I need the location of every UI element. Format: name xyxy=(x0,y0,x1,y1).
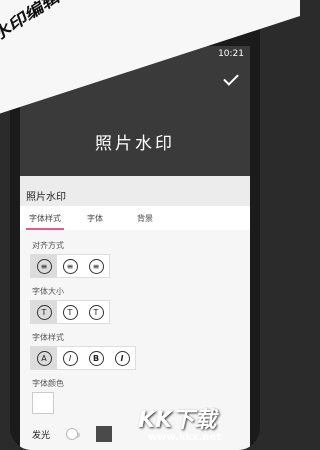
watermark-logo: KK下载 xyxy=(138,408,217,433)
watermark-preview: 照片水印 xyxy=(20,106,250,176)
size-medium-icon: T xyxy=(62,304,78,320)
align-right-icon: ≡ xyxy=(88,258,104,274)
tab-font[interactable]: 字体 xyxy=(70,206,120,230)
app-screen: 10:21 照片水印 照片水印 字体样式 字体 背景 对齐方式 ≡ ≡ ≡ 字体… xyxy=(20,46,250,450)
align-options: ≡ ≡ ≡ xyxy=(30,254,110,278)
style-label: 字体样式 xyxy=(32,333,64,342)
glow-toggle[interactable] xyxy=(66,428,80,440)
style-italic-icon: I xyxy=(62,350,78,366)
align-right-button[interactable]: ≡ xyxy=(83,255,109,277)
glow-toggle-knob xyxy=(66,428,78,440)
style-bold-italic-button[interactable]: I xyxy=(109,347,135,369)
align-label: 对齐方式 xyxy=(32,241,64,250)
style-bold-italic-icon: I xyxy=(114,350,130,366)
style-bold-button[interactable]: B xyxy=(83,347,109,369)
glow-color-swatch[interactable] xyxy=(96,426,112,442)
status-time: 10:21 xyxy=(218,49,244,59)
style-normal-button[interactable]: A xyxy=(31,347,57,369)
align-left-button[interactable]: ≡ xyxy=(31,255,57,277)
size-small-icon: T xyxy=(36,304,52,320)
style-options: A I B I xyxy=(30,346,136,370)
watermark-url: www.kkx.net xyxy=(148,432,222,443)
style-italic-button[interactable]: I xyxy=(57,347,83,369)
site-watermark: KK下载 www.kkx.net xyxy=(138,402,221,443)
font-color-swatch[interactable] xyxy=(32,392,54,414)
promo-banner-text: 水印编辑器，自定义风格 xyxy=(0,0,245,46)
align-center-icon: ≡ xyxy=(62,258,78,274)
preview-text: 照片水印 xyxy=(95,133,175,154)
glow-label: 发光 xyxy=(32,431,51,441)
color-label: 字体颜色 xyxy=(32,379,64,388)
size-medium-button[interactable]: T xyxy=(57,301,83,323)
align-left-icon: ≡ xyxy=(36,258,52,274)
tab-font-style[interactable]: 字体样式 xyxy=(20,206,70,230)
panel-title: 照片水印 xyxy=(20,176,250,206)
tab-background[interactable]: 背景 xyxy=(120,206,170,230)
tab-bar: 字体样式 字体 背景 xyxy=(20,206,250,230)
check-icon[interactable] xyxy=(223,70,239,86)
style-bold-icon: B xyxy=(88,350,104,366)
style-normal-icon: A xyxy=(36,350,52,366)
align-center-button[interactable]: ≡ xyxy=(57,255,83,277)
size-options: T T T xyxy=(30,300,110,324)
size-label: 字体大小 xyxy=(32,287,64,296)
size-small-button[interactable]: T xyxy=(31,301,57,323)
size-large-icon: T xyxy=(88,304,104,320)
size-large-button[interactable]: T xyxy=(83,301,109,323)
